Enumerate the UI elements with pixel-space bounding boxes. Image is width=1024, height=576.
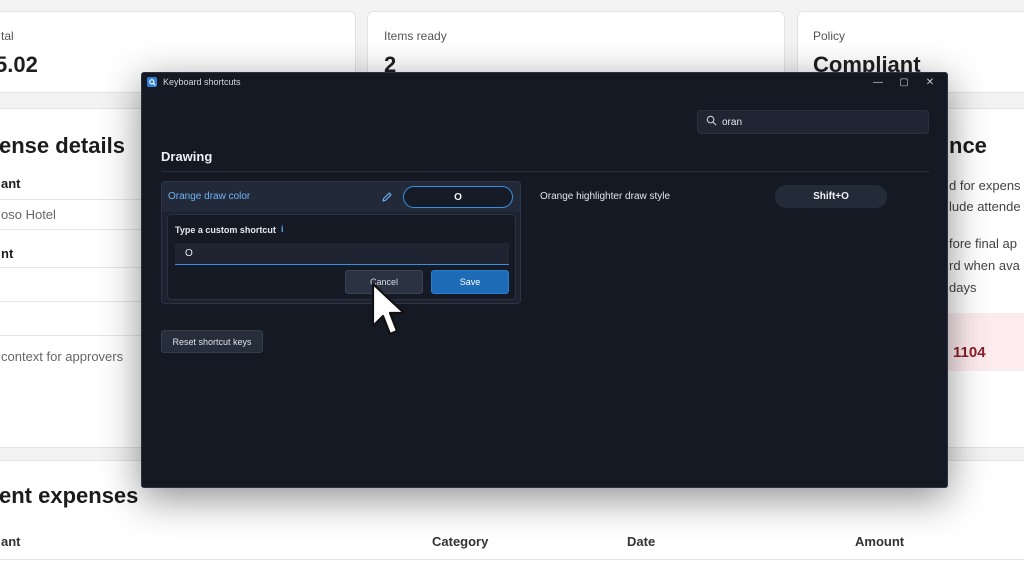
detail-row: nt bbox=[1, 246, 14, 261]
shortcut-key[interactable]: Shift+O bbox=[775, 185, 887, 208]
search-icon bbox=[706, 113, 717, 131]
guidance-line: rd when ava bbox=[949, 258, 1020, 273]
shortcut-name: Orange highlighter draw style bbox=[540, 191, 671, 202]
shortcut-row[interactable]: Orange draw color O bbox=[162, 182, 520, 212]
section-heading: ent expenses bbox=[0, 483, 139, 508]
mouse-cursor-icon bbox=[371, 282, 409, 343]
stat-label: Policy bbox=[813, 29, 846, 43]
divider bbox=[0, 335, 151, 336]
divider bbox=[0, 229, 151, 230]
guidance-line: lude attende bbox=[949, 199, 1021, 214]
detail-row: ant bbox=[1, 176, 21, 191]
expense-details-card: ense details ant oso Hotel nt context fo… bbox=[0, 108, 151, 448]
guidance-line: d for expens bbox=[949, 178, 1021, 193]
highlight-value: 1104 bbox=[953, 344, 986, 361]
save-button[interactable]: Save bbox=[431, 270, 509, 294]
column-header: ant bbox=[1, 534, 21, 549]
section-heading: nce bbox=[949, 133, 987, 158]
custom-shortcut-input[interactable] bbox=[175, 243, 509, 265]
window-title: Keyboard shortcuts bbox=[163, 77, 241, 87]
guidance-line: days bbox=[949, 280, 977, 295]
shortcut-item-orange-draw-color: Orange draw color O Type a custom shortc… bbox=[161, 181, 521, 304]
close-button[interactable]: ✕ bbox=[917, 73, 943, 91]
title-bar[interactable]: Keyboard shortcuts — ▢ ✕ bbox=[142, 73, 947, 91]
editor-label: Type a custom shortcut bbox=[175, 225, 276, 235]
column-header: Date bbox=[627, 534, 656, 549]
divider bbox=[0, 559, 1024, 560]
divider bbox=[0, 199, 151, 200]
reset-shortcuts-button[interactable]: Reset shortcut keys bbox=[161, 330, 263, 353]
window-controls: — ▢ ✕ bbox=[865, 73, 943, 91]
stat-value: 5.02 bbox=[0, 52, 38, 77]
column-header: Amount bbox=[855, 534, 905, 549]
info-icon[interactable]: i bbox=[281, 224, 284, 234]
minimize-button[interactable]: — bbox=[865, 73, 891, 91]
shortcut-name: Orange draw color bbox=[168, 191, 251, 202]
divider bbox=[0, 267, 151, 268]
divider bbox=[0, 301, 151, 302]
section-divider bbox=[161, 171, 929, 172]
guidance-line: fore final ap bbox=[949, 236, 1017, 251]
maximize-button[interactable]: ▢ bbox=[891, 73, 917, 91]
pencil-icon[interactable] bbox=[381, 190, 393, 208]
app-icon bbox=[147, 77, 157, 87]
detail-row: context for approvers bbox=[1, 349, 124, 364]
detail-row: oso Hotel bbox=[1, 207, 56, 222]
stat-label: Items ready bbox=[384, 29, 447, 43]
custom-shortcut-editor: Type a custom shortcut i Cancel Save bbox=[167, 214, 516, 300]
keyboard-shortcuts-window: Keyboard shortcuts — ▢ ✕ Drawing Orange … bbox=[141, 72, 948, 488]
stat-label: tal bbox=[1, 29, 14, 43]
search-input[interactable] bbox=[722, 116, 912, 128]
shortcut-key-active[interactable]: O bbox=[403, 186, 513, 208]
section-title: Drawing bbox=[161, 149, 213, 164]
column-header: Category bbox=[432, 534, 489, 549]
search-box[interactable] bbox=[697, 110, 929, 134]
section-heading: ense details bbox=[0, 133, 125, 158]
